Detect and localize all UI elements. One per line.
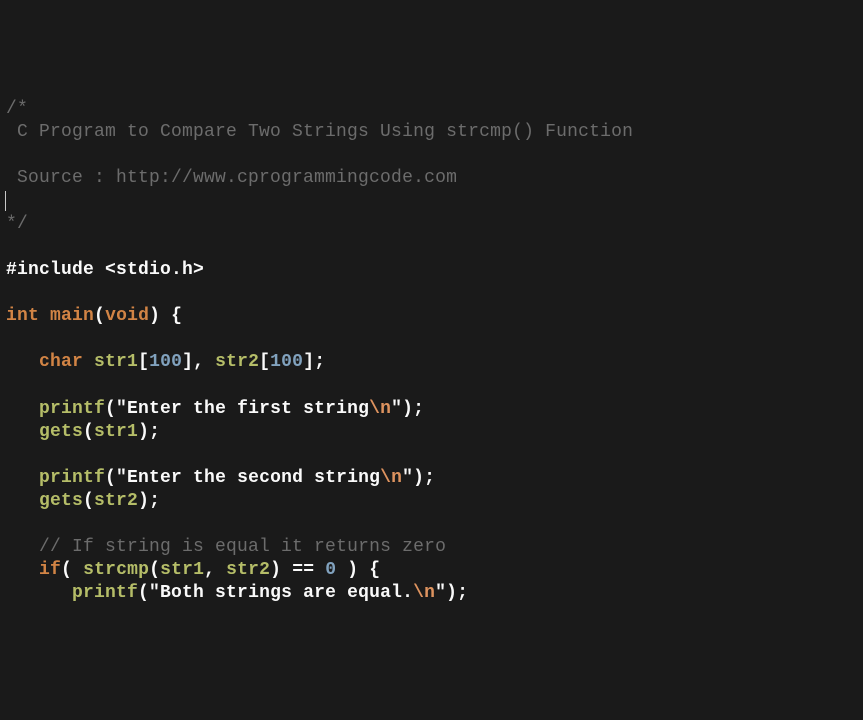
- keyword-int: int: [6, 306, 39, 326]
- comment-close: */: [6, 214, 28, 234]
- string-close: ": [435, 583, 446, 603]
- comment-inline: // If string is equal it returns zero: [39, 537, 446, 557]
- paren-open: (: [61, 560, 72, 580]
- call-gets: gets: [39, 422, 83, 442]
- comma: ,: [204, 560, 215, 580]
- semicolon: ;: [149, 491, 160, 511]
- comma: ,: [193, 352, 204, 372]
- call-strcmp: strcmp: [83, 560, 149, 580]
- paren-close: ): [413, 468, 424, 488]
- include-header: <stdio.h>: [105, 260, 204, 280]
- number-zero: 0: [325, 560, 336, 580]
- paren-open: (: [83, 491, 94, 511]
- call-printf: printf: [39, 399, 105, 419]
- string-close: ": [391, 399, 402, 419]
- paren-open: (: [149, 560, 160, 580]
- paren-close: ): [402, 399, 413, 419]
- semicolon: ;: [457, 583, 468, 603]
- call-printf: printf: [39, 468, 105, 488]
- bracket-open: [: [138, 352, 149, 372]
- paren-open: (: [105, 468, 116, 488]
- identifier-str2: str2: [94, 491, 138, 511]
- string-close: ": [402, 468, 413, 488]
- comment-open: /*: [6, 99, 28, 119]
- call-gets: gets: [39, 491, 83, 511]
- comment-line-title: C Program to Compare Two Strings Using s…: [6, 122, 633, 142]
- identifier-str1: str1: [94, 352, 138, 372]
- brace-open: {: [171, 306, 182, 326]
- semicolon: ;: [413, 399, 424, 419]
- operator-equals: ==: [292, 560, 314, 580]
- number-100: 100: [149, 352, 182, 372]
- paren-close: ): [270, 560, 281, 580]
- bracket-close: ]: [182, 352, 193, 372]
- paren-open: (: [83, 422, 94, 442]
- identifier-str2: str2: [226, 560, 270, 580]
- string-second: "Enter the second string: [116, 468, 380, 488]
- paren-close: ): [347, 560, 358, 580]
- identifier-str2: str2: [215, 352, 259, 372]
- identifier-str1: str1: [94, 422, 138, 442]
- paren-close: ): [138, 491, 149, 511]
- paren-close: ): [149, 306, 160, 326]
- keyword-char: char: [39, 352, 83, 372]
- paren-open: (: [94, 306, 105, 326]
- paren-close: ): [138, 422, 149, 442]
- keyword-if: if: [39, 560, 61, 580]
- comment-line-source: Source : http://www.cprogrammingcode.com: [6, 168, 457, 188]
- call-printf: printf: [72, 583, 138, 603]
- identifier-str1: str1: [160, 560, 204, 580]
- semicolon: ;: [149, 422, 160, 442]
- escape-newline: \n: [413, 583, 435, 603]
- paren-open: (: [105, 399, 116, 419]
- paren-open: (: [138, 583, 149, 603]
- string-equal: "Both strings are equal.: [149, 583, 413, 603]
- keyword-void: void: [105, 306, 149, 326]
- preproc-include: #include: [6, 260, 94, 280]
- brace-open: {: [369, 560, 380, 580]
- bracket-open: [: [259, 352, 270, 372]
- paren-close: ): [446, 583, 457, 603]
- semicolon: ;: [314, 352, 325, 372]
- escape-newline: \n: [380, 468, 402, 488]
- semicolon: ;: [424, 468, 435, 488]
- code-editor[interactable]: /* C Program to Compare Two Strings Usin…: [6, 98, 863, 605]
- bracket-close: ]: [303, 352, 314, 372]
- function-main: main: [50, 306, 94, 326]
- string-first: "Enter the first string: [116, 399, 369, 419]
- number-100: 100: [270, 352, 303, 372]
- escape-newline: \n: [369, 399, 391, 419]
- text-cursor: [5, 191, 6, 211]
